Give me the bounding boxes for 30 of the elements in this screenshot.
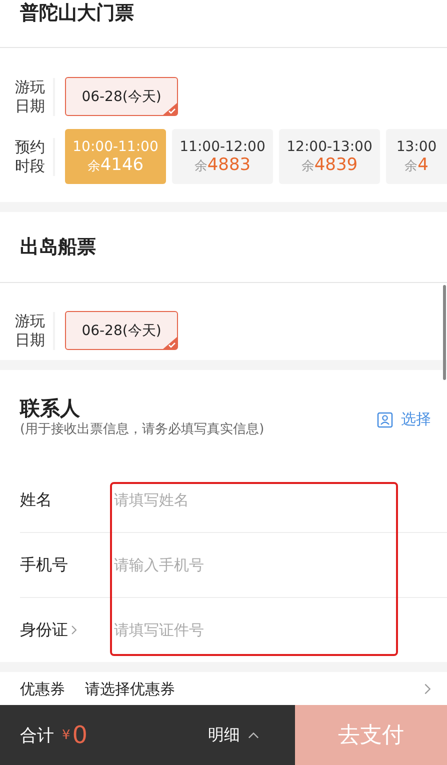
section-title: 出岛船票 (0, 212, 447, 283)
check-icon (163, 337, 177, 349)
date-option[interactable]: 06-28(今天) (65, 77, 178, 116)
time-slot[interactable]: 12:00-13:00 余4839 (279, 129, 380, 184)
section-title: 联系人 (20, 396, 81, 420)
time-slot[interactable]: 11:00-12:00 余4883 (172, 129, 273, 184)
coupon-select[interactable]: 请选择优惠券 (85, 680, 404, 698)
time-slot[interactable]: 13:00 余4 (386, 129, 447, 184)
coupon-label: 优惠券 (20, 680, 65, 698)
row-label: 游玩日期 (0, 312, 55, 350)
chevron-up-icon (248, 732, 259, 738)
input-field[interactable]: 请输入手机号 (112, 555, 366, 575)
total-amount: 0 (72, 721, 89, 749)
date-option[interactable]: 06-28(今天) (65, 311, 178, 350)
currency-symbol: ¥ (62, 728, 70, 742)
input-field[interactable]: 请填写证件号 (112, 620, 366, 640)
field-label: 手机号 (20, 554, 69, 576)
input-field[interactable]: 请填写姓名 (112, 490, 366, 510)
row-label: 游玩日期 (0, 78, 55, 116)
chevron-right-icon (424, 683, 431, 695)
check-icon (163, 103, 177, 115)
contact-card-icon (377, 412, 393, 428)
total-label: 合计 (20, 724, 54, 746)
row-label: 预约时段 (0, 138, 55, 176)
field-label: 姓名 (20, 490, 53, 510)
chevron-right-icon (71, 625, 77, 635)
field-label: 身份证 (20, 620, 112, 640)
section-title: 普陀山大门票 (0, 0, 447, 48)
contact-note: (用于接收出票信息，请务必填写真实信息) (20, 421, 264, 438)
detail-button[interactable]: 明细 (202, 724, 265, 746)
